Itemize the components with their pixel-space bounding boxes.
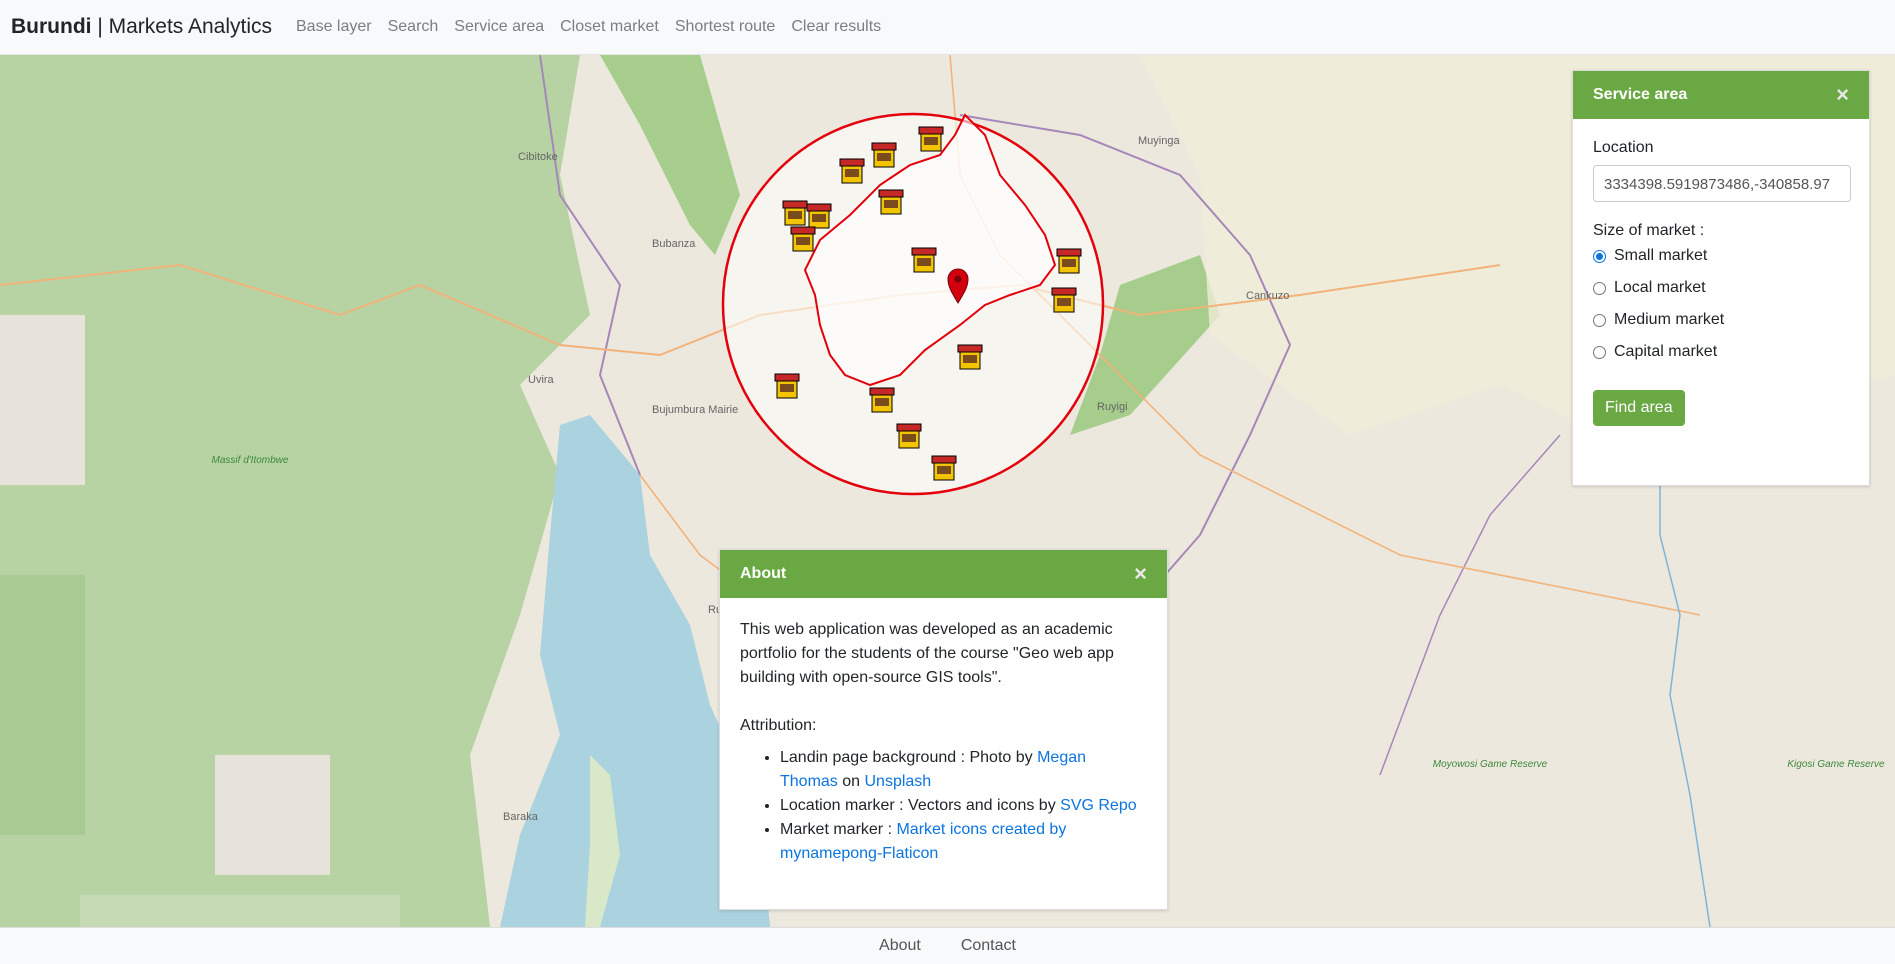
radio-button[interactable] — [1593, 281, 1606, 295]
list-item: Market marker : Market icons created by … — [780, 818, 1147, 866]
market-size-label: Size of market : — [1593, 222, 1705, 239]
svg-text:Muyinga: Muyinga — [1138, 135, 1180, 147]
radio-label: Small market — [1614, 247, 1708, 264]
svg-text:Kigosi Game Reserve: Kigosi Game Reserve — [1787, 759, 1885, 770]
about-body: This web application was developed as an… — [720, 598, 1167, 886]
attribution-list: Landin page background : Photo by Megan … — [740, 746, 1147, 866]
top-navbar: Burundi | Markets Analytics Base layer S… — [0, 0, 1895, 55]
svg-repo-link[interactable]: SVG Repo — [1060, 797, 1136, 814]
nav-service-area[interactable]: Service area — [454, 18, 544, 36]
location-label: Location — [1593, 139, 1654, 156]
radio-local-market[interactable]: Local market — [1593, 272, 1849, 304]
location-value: 3334398.5919873486,-340858.97 — [1604, 176, 1831, 193]
about-title: About — [740, 565, 787, 582]
svg-text:Bujumbura Mairie: Bujumbura Mairie — [652, 404, 738, 416]
nav-closest-market[interactable]: Closet market — [560, 18, 659, 36]
svg-text:Massif d'Itombwe: Massif d'Itombwe — [212, 455, 289, 466]
nav-base-layer[interactable]: Base layer — [296, 18, 372, 36]
svg-text:Bubanza: Bubanza — [652, 238, 696, 250]
radio-button[interactable] — [1593, 249, 1606, 263]
radio-label: Local market — [1614, 279, 1706, 296]
svg-text:Ruyigi: Ruyigi — [1097, 401, 1128, 413]
service-area-body: Location 3334398.5919873486,-340858.97 S… — [1573, 119, 1869, 446]
service-area-panel: Service area × Location 3334398.59198734… — [1572, 70, 1870, 486]
nav-shortest-route[interactable]: Shortest route — [675, 18, 776, 36]
radio-medium-market[interactable]: Medium market — [1593, 304, 1849, 336]
find-area-button[interactable]: Find area — [1593, 390, 1685, 426]
radio-small-market[interactable]: Small market — [1593, 240, 1849, 272]
radio-label: Medium market — [1614, 311, 1725, 328]
svg-text:Cibitoke: Cibitoke — [518, 151, 558, 163]
attribution-label: Attribution: — [740, 717, 817, 734]
list-item: Landin page background : Photo by Megan … — [780, 746, 1147, 794]
close-icon[interactable]: × — [1134, 563, 1147, 585]
brand-country: Burundi — [11, 15, 92, 38]
nav-search[interactable]: Search — [388, 18, 439, 36]
nav-clear-results[interactable]: Clear results — [791, 18, 881, 36]
svg-text:Moyowosi Game Reserve: Moyowosi Game Reserve — [1433, 759, 1548, 770]
list-item: Location marker : Vectors and icons by S… — [780, 794, 1147, 818]
brand-title: | Markets Analytics — [91, 15, 272, 38]
footer-about-link[interactable]: About — [879, 937, 921, 955]
radio-button[interactable] — [1593, 345, 1606, 359]
footer-contact-link[interactable]: Contact — [961, 937, 1016, 955]
radio-button[interactable] — [1593, 313, 1606, 327]
about-header: About × — [720, 550, 1167, 598]
service-area-header: Service area × — [1573, 71, 1869, 119]
footer: About Contact — [0, 927, 1895, 964]
app-brand[interactable]: Burundi | Markets Analytics — [11, 15, 272, 39]
unsplash-link[interactable]: Unsplash — [864, 773, 931, 790]
about-panel: About × This web application was develop… — [719, 549, 1168, 910]
radio-label: Capital market — [1614, 343, 1718, 360]
close-icon[interactable]: × — [1836, 84, 1849, 106]
svg-text:Baraka: Baraka — [503, 811, 539, 823]
service-area-title: Service area — [1593, 86, 1688, 103]
location-input[interactable]: 3334398.5919873486,-340858.97 — [1593, 165, 1851, 202]
about-intro: This web application was developed as an… — [740, 621, 1114, 686]
svg-text:Cankuzo: Cankuzo — [1246, 290, 1289, 302]
svg-text:Uvira: Uvira — [528, 374, 555, 386]
radio-capital-market[interactable]: Capital market — [1593, 336, 1849, 368]
